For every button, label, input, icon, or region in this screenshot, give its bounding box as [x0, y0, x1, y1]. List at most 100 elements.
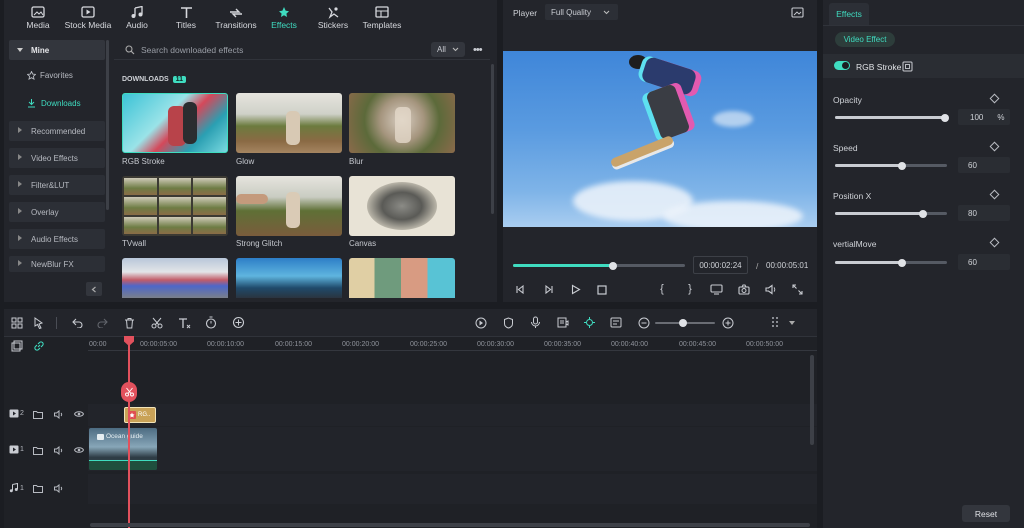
position-x-value: 80 — [968, 208, 977, 218]
track-audio-icon[interactable] — [54, 446, 64, 455]
sidebar-item-filter-lut[interactable]: Filter&LUT — [9, 175, 105, 195]
zoom-out-icon[interactable] — [638, 317, 650, 329]
sidebar-item-video-effects[interactable]: Video Effects — [9, 148, 105, 168]
opacity-slider-handle[interactable] — [941, 113, 949, 122]
play-icon[interactable] — [570, 284, 581, 295]
sidebar-item-mine[interactable]: Mine — [9, 40, 105, 60]
eye-icon[interactable] — [74, 446, 84, 454]
undo-icon[interactable] — [72, 318, 83, 328]
vertial-move-value-field[interactable]: 60 — [958, 254, 1010, 270]
effect-thumb-row3-3[interactable] — [349, 258, 455, 298]
effect-name: RGB Stroke — [856, 62, 902, 72]
layout-grid-icon[interactable] — [11, 317, 23, 329]
delete-icon[interactable] — [124, 317, 135, 329]
next-frame-icon[interactable] — [543, 284, 554, 295]
redo-icon[interactable] — [97, 318, 108, 328]
speed-timer-icon[interactable] — [205, 316, 217, 329]
opacity-value-field[interactable]: 100 % — [958, 109, 1010, 125]
sidebar-item-favorites[interactable]: Favorites — [27, 71, 73, 80]
text-tool-icon[interactable] — [178, 317, 191, 329]
toolbar-label: Effects — [271, 20, 297, 30]
toolbar-audio[interactable]: Audio — [118, 0, 156, 36]
sidebar-item-recommended[interactable]: Recommended — [9, 121, 105, 141]
more-options-icon[interactable]: ••• — [473, 44, 483, 56]
mark-out-icon[interactable]: } — [685, 282, 695, 296]
effect-thumb-tvwall[interactable] — [122, 176, 228, 236]
sidebar-item-audio-effects[interactable]: Audio Effects — [9, 229, 105, 249]
folder-icon[interactable] — [33, 410, 43, 419]
sidebar-scrollbar[interactable] — [106, 40, 109, 210]
vertial-move-slider-handle[interactable] — [898, 258, 906, 267]
toolbar-transitions[interactable]: Transitions — [211, 0, 261, 36]
snapshot-icon[interactable] — [610, 317, 622, 328]
tab-video-effect[interactable]: Video Effect — [835, 32, 895, 47]
playback-progress-handle[interactable] — [609, 262, 617, 270]
filter-dropdown[interactable]: All — [431, 42, 465, 57]
folder-icon[interactable] — [33, 446, 43, 455]
tab-effects[interactable]: Effects — [829, 3, 869, 25]
display-settings-icon[interactable] — [710, 284, 723, 295]
sidebar-item-newblur-fx[interactable]: NewBlur FX — [9, 256, 105, 272]
effect-thumb-row3-1[interactable] — [122, 258, 228, 298]
folder-icon[interactable] — [33, 484, 43, 493]
sidebar-item-downloads[interactable]: Downloads — [27, 98, 81, 108]
more-grid-icon[interactable] — [771, 316, 781, 329]
effect-thumb-glow[interactable] — [236, 93, 342, 153]
microphone-icon[interactable] — [530, 316, 541, 329]
render-preview-icon[interactable] — [475, 317, 487, 329]
reset-button[interactable]: Reset — [962, 505, 1010, 522]
effect-clip-label: RG.. — [138, 412, 151, 418]
mark-in-icon[interactable]: { — [657, 282, 667, 296]
effect-thumb-blur[interactable] — [349, 93, 455, 153]
toggle-knob — [842, 62, 849, 69]
track-audio-icon[interactable] — [54, 410, 64, 419]
effect-thumb-row3-2[interactable] — [236, 258, 342, 298]
timeline-horizontal-scrollbar[interactable] — [90, 523, 810, 527]
link-icon[interactable] — [33, 340, 45, 352]
zoom-slider-handle[interactable] — [679, 319, 687, 327]
collapse-sidebar-button[interactable] — [86, 282, 102, 296]
track-audio-icon[interactable] — [54, 484, 64, 493]
video-preview[interactable] — [503, 51, 817, 227]
stop-icon[interactable] — [597, 285, 607, 295]
camera-icon[interactable] — [738, 284, 750, 295]
effect-thumb-canvas[interactable] — [349, 176, 455, 236]
snapshot-view-icon[interactable] — [791, 7, 804, 18]
select-tool-icon[interactable] — [33, 317, 45, 329]
ai-sync-icon[interactable] — [583, 316, 596, 329]
zoom-in-icon[interactable] — [722, 317, 734, 329]
speed-slider-handle[interactable] — [898, 161, 906, 170]
add-track-icon[interactable] — [11, 340, 23, 352]
split-scissors-icon[interactable] — [151, 317, 163, 329]
eye-icon[interactable] — [74, 410, 84, 418]
voiceover-icon[interactable] — [557, 316, 569, 329]
previous-frame-icon[interactable] — [515, 284, 526, 295]
toolbar-titles[interactable]: Titles — [167, 0, 205, 36]
playhead-split-button[interactable] — [121, 382, 137, 402]
keyframe-panel-icon[interactable] — [902, 61, 913, 72]
search-input[interactable]: Search downloaded effects — [141, 45, 243, 55]
timeline-vertical-scrollbar[interactable] — [810, 355, 814, 445]
toolbar-templates[interactable]: Templates — [360, 0, 404, 36]
sidebar-item-overlay[interactable]: Overlay — [9, 202, 105, 222]
add-marker-icon[interactable] — [232, 316, 245, 329]
effect-enable-toggle[interactable] — [834, 61, 850, 70]
tvwall-cell — [193, 216, 226, 234]
toolbar-media[interactable]: Media — [18, 0, 58, 36]
fullscreen-icon[interactable] — [792, 284, 803, 295]
toolbar-stock-media[interactable]: Stock Media — [62, 0, 114, 36]
shield-icon[interactable] — [503, 317, 514, 329]
toolbar-stickers[interactable]: Stickers — [313, 0, 353, 36]
speed-value-field[interactable]: 60 — [958, 157, 1010, 173]
toolbar-effects[interactable]: Effects — [265, 0, 303, 36]
video-clip[interactable]: Ocean guide — [89, 428, 157, 470]
effect-thumb-strong-glitch[interactable] — [236, 176, 342, 236]
playhead-line[interactable] — [128, 337, 130, 528]
chevron-down-icon[interactable] — [789, 321, 795, 325]
volume-icon[interactable] — [765, 284, 777, 295]
position-x-slider-handle[interactable] — [919, 209, 927, 218]
quality-dropdown[interactable]: Full Quality — [545, 4, 618, 20]
position-x-value-field[interactable]: 80 — [958, 205, 1010, 221]
effect-thumb-rgb-stroke[interactable] — [122, 93, 228, 153]
browser-scrollbar[interactable] — [491, 64, 494, 214]
